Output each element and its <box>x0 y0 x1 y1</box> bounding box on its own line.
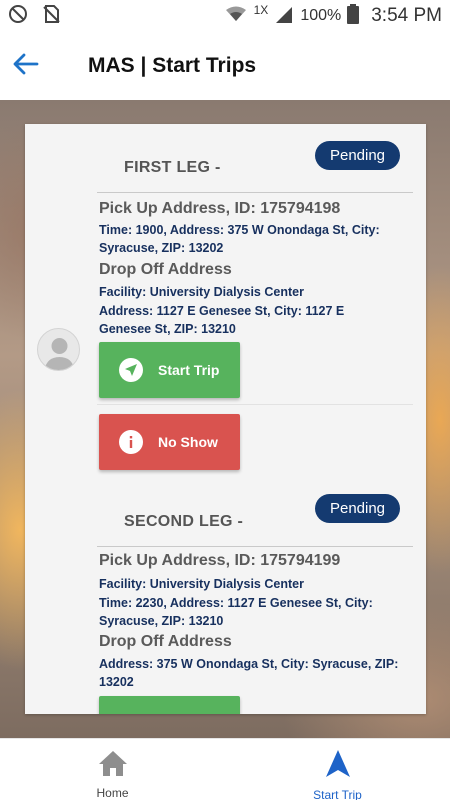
battery-icon <box>347 3 360 29</box>
no-show-label: No Show <box>158 434 218 450</box>
start-trip-button[interactable]: Start Trip <box>99 342 240 398</box>
first-leg-title: FIRST LEG - <box>124 159 221 176</box>
nav-start-trip[interactable]: Start Trip <box>225 739 450 800</box>
section-divider <box>97 404 413 405</box>
clock: 3:54 PM <box>371 5 442 26</box>
second-leg-title: SECOND LEG - <box>124 513 244 530</box>
network-type-badge: 1X <box>253 3 269 17</box>
home-icon <box>97 749 129 782</box>
start-trip-label: Start Trip <box>158 362 220 378</box>
second-leg-pickup-details: Time: 2230, Address: 1127 E Genesee St, … <box>99 596 373 628</box>
first-leg-dropoff-heading: Drop Off Address <box>99 261 232 278</box>
nav-start-trip-label: Start Trip <box>313 788 362 800</box>
second-leg-pickup-facility: Facility: University Dialysis Center <box>99 577 304 591</box>
status-bar: 1X 100% 3:54 PM <box>0 0 450 32</box>
first-leg-pickup-heading: Pick Up Address, ID: 175794198 <box>99 200 341 217</box>
second-leg-start-trip-button[interactable] <box>99 696 240 714</box>
page-title: MAS | Start Trips <box>88 54 257 77</box>
bottom-navigation: Home Start Trip <box>0 738 450 800</box>
wifi-icon <box>224 5 248 28</box>
second-leg-dropoff-details: Address: 375 W Onondaga St, City: Syracu… <box>99 657 399 689</box>
avatar <box>37 328 80 371</box>
second-leg-pickup-heading: Pick Up Address, ID: 175794199 <box>99 552 341 569</box>
first-leg-status-badge: Pending <box>315 141 400 170</box>
signal-icon <box>274 5 294 28</box>
no-show-button[interactable]: No Show <box>99 414 240 470</box>
app-bar: MAS | Start Trips <box>0 32 450 100</box>
second-leg-status-badge: Pending <box>315 494 400 523</box>
battery-percent: 100% <box>300 7 342 24</box>
info-icon <box>119 430 143 454</box>
do-not-disturb-icon <box>8 4 28 29</box>
navigation-arrow-icon <box>119 358 143 382</box>
first-leg-dropoff-facility: Facility: University Dialysis Center <box>99 285 304 299</box>
no-sim-icon <box>42 4 60 29</box>
navigation-icon <box>325 749 351 784</box>
second-leg-divider <box>97 546 413 547</box>
first-leg-divider <box>97 192 413 193</box>
trip-card[interactable]: FIRST LEG - Pending Pick Up Address, ID:… <box>25 124 426 714</box>
first-leg-dropoff-details: Address: 1127 E Genesee St, City: 1127 E… <box>99 304 345 336</box>
nav-home[interactable]: Home <box>0 739 225 800</box>
second-leg-dropoff-heading: Drop Off Address <box>99 633 232 650</box>
nav-home-label: Home <box>96 786 129 800</box>
first-leg-pickup-details: Time: 1900, Address: 375 W Onondaga St, … <box>99 223 380 255</box>
person-icon <box>44 338 75 370</box>
back-button[interactable] <box>2 42 50 90</box>
arrow-back-icon <box>13 53 39 80</box>
